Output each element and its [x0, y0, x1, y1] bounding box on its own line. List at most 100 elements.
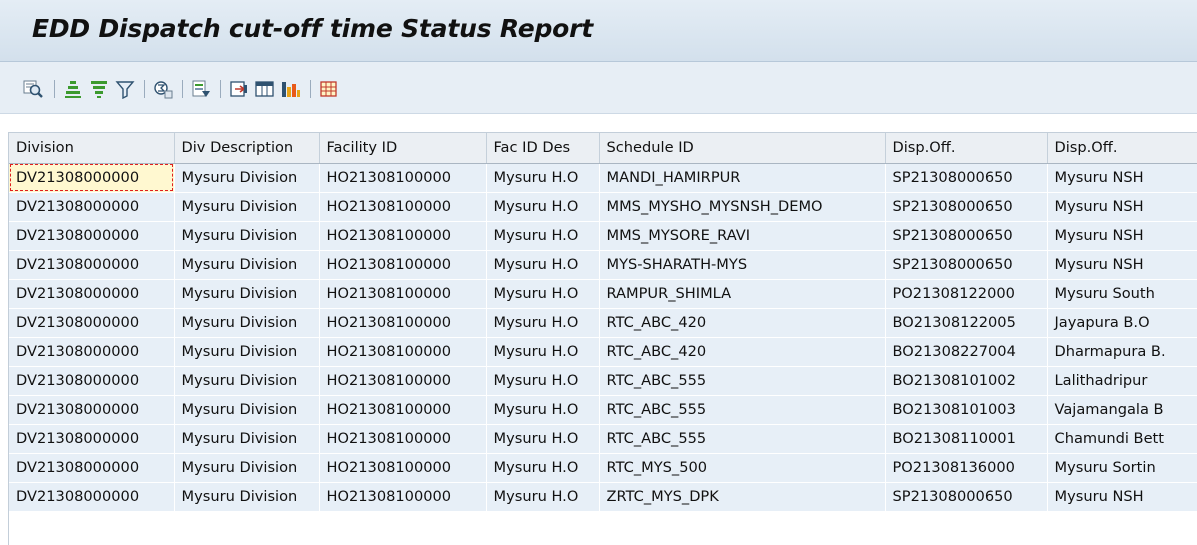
cell-schedule-id[interactable]: MMS_MYSORE_RAVI	[599, 221, 886, 251]
cell-div-description[interactable]: Mysuru Division	[174, 337, 320, 367]
cell-div-description[interactable]: Mysuru Division	[174, 250, 320, 280]
table-row[interactable]: DV21308000000 Mysuru Division HO2130810000…	[9, 221, 1197, 251]
cell-facility-id[interactable]: HO21308100000	[319, 453, 487, 483]
cell-division[interactable]: DV21308000000	[9, 424, 175, 454]
cell-schedule-id[interactable]: RTC_MYS_500	[599, 453, 886, 483]
cell-disp-off-id[interactable]: BO21308227004	[885, 337, 1048, 367]
cell-division[interactable]: DV21308000000	[9, 337, 175, 367]
details-button[interactable]	[22, 79, 44, 99]
cell-schedule-id[interactable]: MANDI_HAMIRPUR	[599, 163, 886, 193]
cell-div-description[interactable]: Mysuru Division	[174, 366, 320, 396]
cell-facility-id[interactable]: HO21308100000	[319, 221, 487, 251]
print-preview-button[interactable]	[190, 79, 212, 99]
cell-disp-off-id[interactable]: SP21308000650	[885, 482, 1048, 512]
table-row[interactable]: DV21308000000 Mysuru Division HO2130810000…	[9, 250, 1197, 280]
cell-facility-id[interactable]: HO21308100000	[319, 395, 487, 425]
cell-disp-off-id[interactable]: BO21308101002	[885, 366, 1048, 396]
filter-button[interactable]	[114, 79, 136, 100]
cell-div-description[interactable]: Mysuru Division	[174, 453, 320, 483]
cell-disp-off-id[interactable]: BO21308122005	[885, 308, 1048, 338]
cell-disp-off-name[interactable]: Lalithadripur	[1047, 366, 1197, 396]
table-row[interactable]: DV21308000000 Mysuru Division HO2130810000…	[9, 192, 1197, 222]
cell-disp-off-name[interactable]: Dharmapura B.	[1047, 337, 1197, 367]
cell-div-description[interactable]: Mysuru Division	[174, 279, 320, 309]
cell-schedule-id[interactable]: RTC_ABC_555	[599, 424, 886, 454]
cell-disp-off-id[interactable]: PO21308136000	[885, 453, 1048, 483]
cell-division[interactable]: DV21308000000	[9, 453, 175, 483]
export-button[interactable]	[228, 79, 250, 99]
cell-fac-id-des[interactable]: Mysuru H.O	[486, 424, 600, 454]
column-header-fac-id-des[interactable]: Fac ID Des	[486, 133, 600, 164]
cell-fac-id-des[interactable]: Mysuru H.O	[486, 453, 600, 483]
cell-fac-id-des[interactable]: Mysuru H.O	[486, 482, 600, 512]
cell-schedule-id[interactable]: MMS_MYSHO_MYSNSH_DEMO	[599, 192, 886, 222]
cell-schedule-id[interactable]: RTC_ABC_555	[599, 395, 886, 425]
cell-division[interactable]: DV21308000000	[9, 163, 175, 193]
cell-disp-off-id[interactable]: BO21308101003	[885, 395, 1048, 425]
cell-facility-id[interactable]: HO21308100000	[319, 250, 487, 280]
cell-facility-id[interactable]: HO21308100000	[319, 366, 487, 396]
cell-disp-off-name[interactable]: Mysuru NSH	[1047, 221, 1197, 251]
cell-disp-off-id[interactable]: PO21308122000	[885, 279, 1048, 309]
cell-div-description[interactable]: Mysuru Division	[174, 308, 320, 338]
table-row[interactable]: DV21308000000 Mysuru Division HO2130810000…	[9, 308, 1197, 338]
graphic-button[interactable]	[280, 79, 302, 99]
cell-disp-off-name[interactable]: Mysuru NSH	[1047, 250, 1197, 280]
table-row[interactable]: DV21308000000 Mysuru Division HO2130810000…	[9, 337, 1197, 367]
table-row[interactable]: DV21308000000 Mysuru Division HO2130810000…	[9, 482, 1197, 512]
cell-fac-id-des[interactable]: Mysuru H.O	[486, 279, 600, 309]
column-header-schedule-id[interactable]: Schedule ID	[599, 133, 886, 164]
cell-div-description[interactable]: Mysuru Division	[174, 221, 320, 251]
table-row[interactable]: DV21308000000 Mysuru Division HO2130810000…	[9, 395, 1197, 425]
cell-facility-id[interactable]: HO21308100000	[319, 192, 487, 222]
change-layout-button[interactable]	[254, 79, 276, 99]
column-header-division[interactable]: Division	[9, 133, 175, 164]
column-header-facility-id[interactable]: Facility ID	[319, 133, 487, 164]
cell-disp-off-name[interactable]: Mysuru South	[1047, 279, 1197, 309]
cell-fac-id-des[interactable]: Mysuru H.O	[486, 366, 600, 396]
cell-fac-id-des[interactable]: Mysuru H.O	[486, 395, 600, 425]
cell-disp-off-name[interactable]: Mysuru NSH	[1047, 163, 1197, 193]
cell-facility-id[interactable]: HO21308100000	[319, 279, 487, 309]
cell-disp-off-name[interactable]: Mysuru NSH	[1047, 192, 1197, 222]
column-header-disp-off-id[interactable]: Disp.Off.	[885, 133, 1048, 164]
table-row[interactable]: DV21308000000 Mysuru Division HO2130810000…	[9, 163, 1197, 193]
cell-schedule-id[interactable]: RTC_ABC_555	[599, 366, 886, 396]
table-row[interactable]: DV21308000000 Mysuru Division HO2130810000…	[9, 279, 1197, 309]
cell-fac-id-des[interactable]: Mysuru H.O	[486, 192, 600, 222]
cell-division[interactable]: DV21308000000	[9, 221, 175, 251]
cell-fac-id-des[interactable]: Mysuru H.O	[486, 337, 600, 367]
sort-descending-button[interactable]	[88, 79, 110, 99]
cell-division[interactable]: DV21308000000	[9, 192, 175, 222]
cell-disp-off-name[interactable]: Jayapura B.O	[1047, 308, 1197, 338]
cell-fac-id-des[interactable]: Mysuru H.O	[486, 250, 600, 280]
cell-schedule-id[interactable]: RAMPUR_SHIMLA	[599, 279, 886, 309]
cell-disp-off-name[interactable]: Mysuru Sortin	[1047, 453, 1197, 483]
cell-division[interactable]: DV21308000000	[9, 308, 175, 338]
total-button[interactable]	[152, 79, 174, 99]
cell-disp-off-id[interactable]: BO21308110001	[885, 424, 1048, 454]
cell-div-description[interactable]: Mysuru Division	[174, 482, 320, 512]
cell-schedule-id[interactable]: RTC_ABC_420	[599, 308, 886, 338]
cell-div-description[interactable]: Mysuru Division	[174, 192, 320, 222]
cell-div-description[interactable]: Mysuru Division	[174, 395, 320, 425]
cell-fac-id-des[interactable]: Mysuru H.O	[486, 308, 600, 338]
sort-ascending-button[interactable]	[62, 79, 84, 99]
column-header-disp-off-name[interactable]: Disp.Off.	[1047, 133, 1197, 164]
cell-facility-id[interactable]: HO21308100000	[319, 308, 487, 338]
cell-division[interactable]: DV21308000000	[9, 366, 175, 396]
cell-disp-off-id[interactable]: SP21308000650	[885, 163, 1048, 193]
cell-div-description[interactable]: Mysuru Division	[174, 424, 320, 454]
cell-div-description[interactable]: Mysuru Division	[174, 163, 320, 193]
cell-division[interactable]: DV21308000000	[9, 279, 175, 309]
cell-facility-id[interactable]: HO21308100000	[319, 482, 487, 512]
cell-facility-id[interactable]: HO21308100000	[319, 163, 487, 193]
cell-disp-off-name[interactable]: Mysuru NSH	[1047, 482, 1197, 512]
cell-disp-off-id[interactable]: SP21308000650	[885, 250, 1048, 280]
cell-disp-off-id[interactable]: SP21308000650	[885, 192, 1048, 222]
select-layout-button[interactable]	[318, 79, 340, 99]
cell-facility-id[interactable]: HO21308100000	[319, 337, 487, 367]
cell-fac-id-des[interactable]: Mysuru H.O	[486, 163, 600, 193]
table-row[interactable]: DV21308000000 Mysuru Division HO2130810000…	[9, 453, 1197, 483]
cell-schedule-id[interactable]: ZRTC_MYS_DPK	[599, 482, 886, 512]
